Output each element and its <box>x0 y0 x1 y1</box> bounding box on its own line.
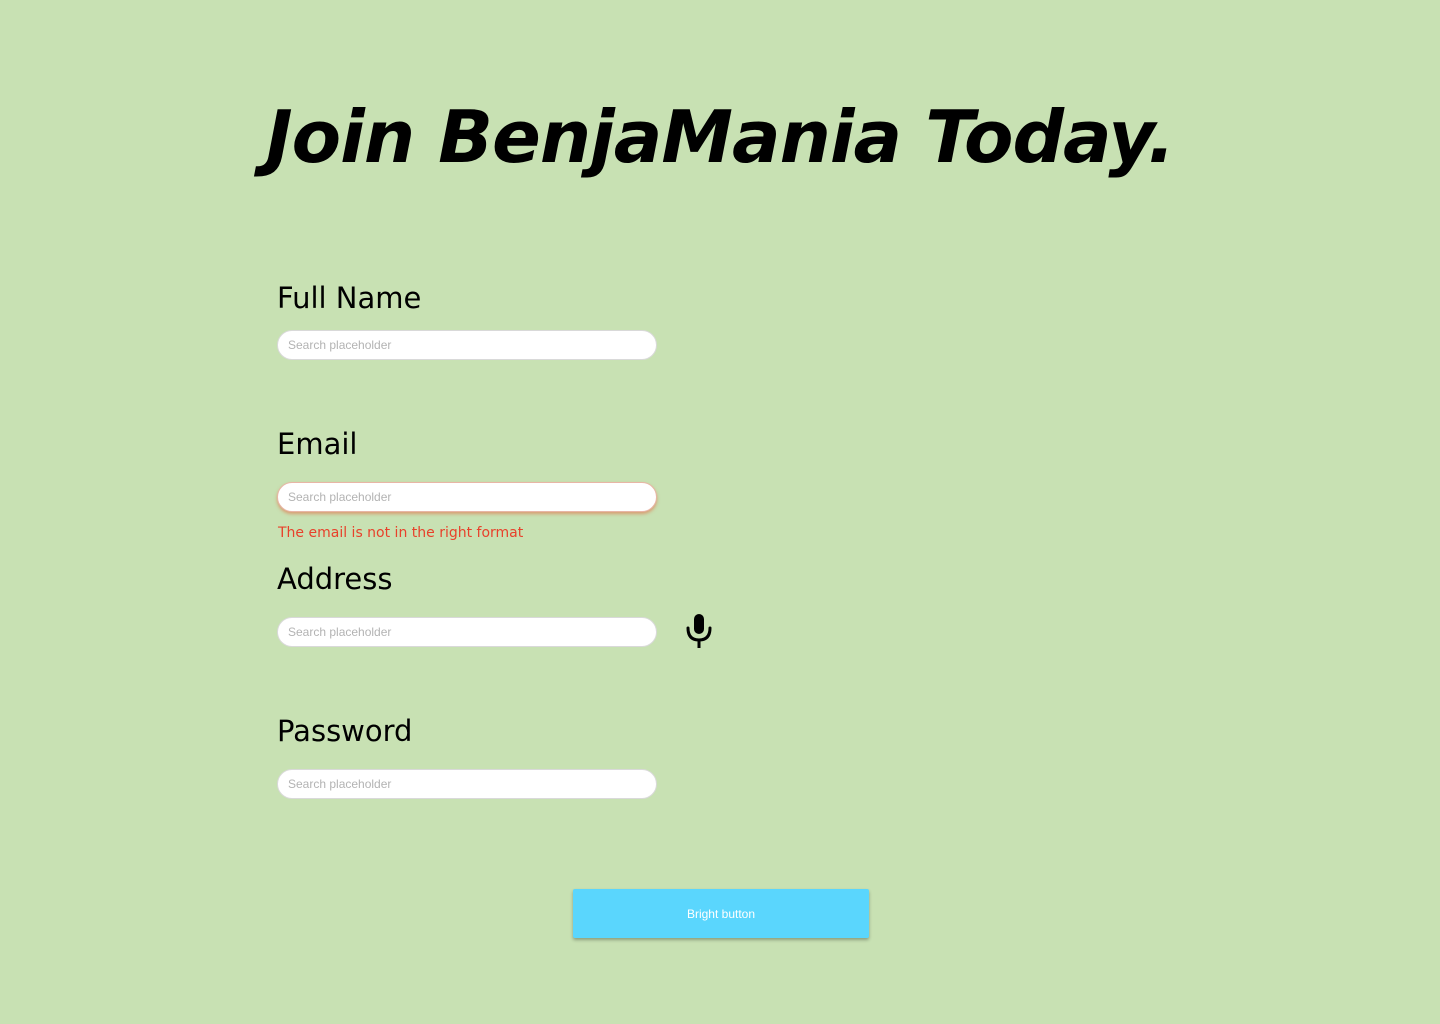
password-label: Password <box>277 714 413 748</box>
email-input[interactable] <box>277 482 657 512</box>
page-title: Join BenjaMania Today. <box>265 95 1175 179</box>
email-error-message: The email is not in the right format <box>278 525 524 541</box>
full-name-input[interactable] <box>277 330 657 360</box>
email-label: Email <box>277 427 358 461</box>
password-input[interactable] <box>277 769 657 799</box>
bright-button[interactable]: Bright button <box>573 889 869 938</box>
microphone-icon[interactable] <box>683 612 715 650</box>
address-input[interactable] <box>277 617 657 647</box>
address-label: Address <box>277 562 393 596</box>
full-name-label: Full Name <box>277 281 422 315</box>
